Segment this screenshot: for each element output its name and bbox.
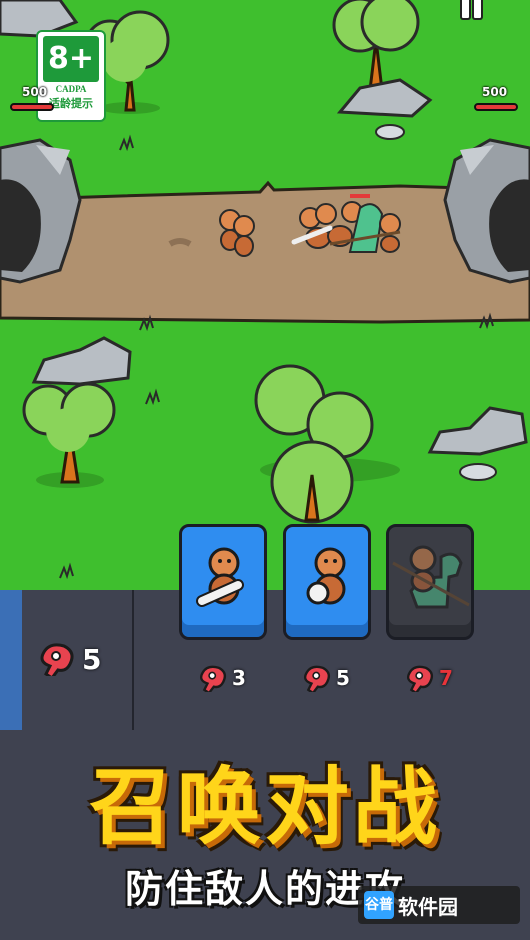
player-base-hp-value: 500 (22, 85, 48, 99)
watermark-logo: 谷普 (364, 891, 394, 919)
battlefield: 8+ CADPA 适龄提示 500 500 (0, 0, 530, 590)
pause-button[interactable] (458, 0, 484, 20)
card-cost-club-caveman: 3 (198, 664, 246, 692)
panel-side-strip (0, 590, 22, 730)
summon-panel: 5 3 5 7 召唤对战 防住敌人的进攻 谷普 软件园 (0, 524, 530, 940)
summon-card-rock-caveman[interactable] (283, 524, 371, 640)
player-base-hp-bar (10, 103, 54, 111)
card-cost-value: 5 (336, 666, 350, 690)
caveman-club-icon (196, 547, 244, 607)
enemy-base-hp-value: 500 (482, 85, 508, 99)
enemy-base-hp-bar (474, 103, 518, 111)
player-base-hp: 500 (22, 85, 47, 99)
enemy-base-hp: 500 (482, 85, 507, 99)
card-cost-value: 7 (439, 666, 453, 690)
dino-rider-icon (392, 545, 470, 609)
panel-divider (132, 590, 134, 730)
card-cost-dino-rider: 7 (405, 664, 453, 692)
meat-icon (303, 665, 331, 692)
player-units (219, 209, 255, 257)
meat-count: 5 (82, 642, 102, 676)
card-cost-rock-caveman: 5 (302, 664, 350, 692)
meat-icon (199, 665, 227, 692)
meat-icon (406, 665, 434, 692)
meat-icon (40, 643, 74, 676)
meat-counter: 5 (38, 642, 101, 676)
site-watermark: 谷普 软件园 (358, 886, 520, 924)
pause-icon (460, 0, 471, 20)
summon-card-club-caveman[interactable] (179, 524, 267, 640)
card-cost-value: 3 (232, 666, 246, 690)
promo-title: 召唤对战 (88, 758, 441, 856)
age-rating-org: CADPA (55, 84, 87, 94)
age-rating-value: 8+ (43, 36, 99, 82)
watermark-text: 软件园 (398, 894, 458, 919)
caveman-rock-icon (306, 547, 346, 605)
summon-card-dino-rider[interactable] (386, 524, 474, 640)
